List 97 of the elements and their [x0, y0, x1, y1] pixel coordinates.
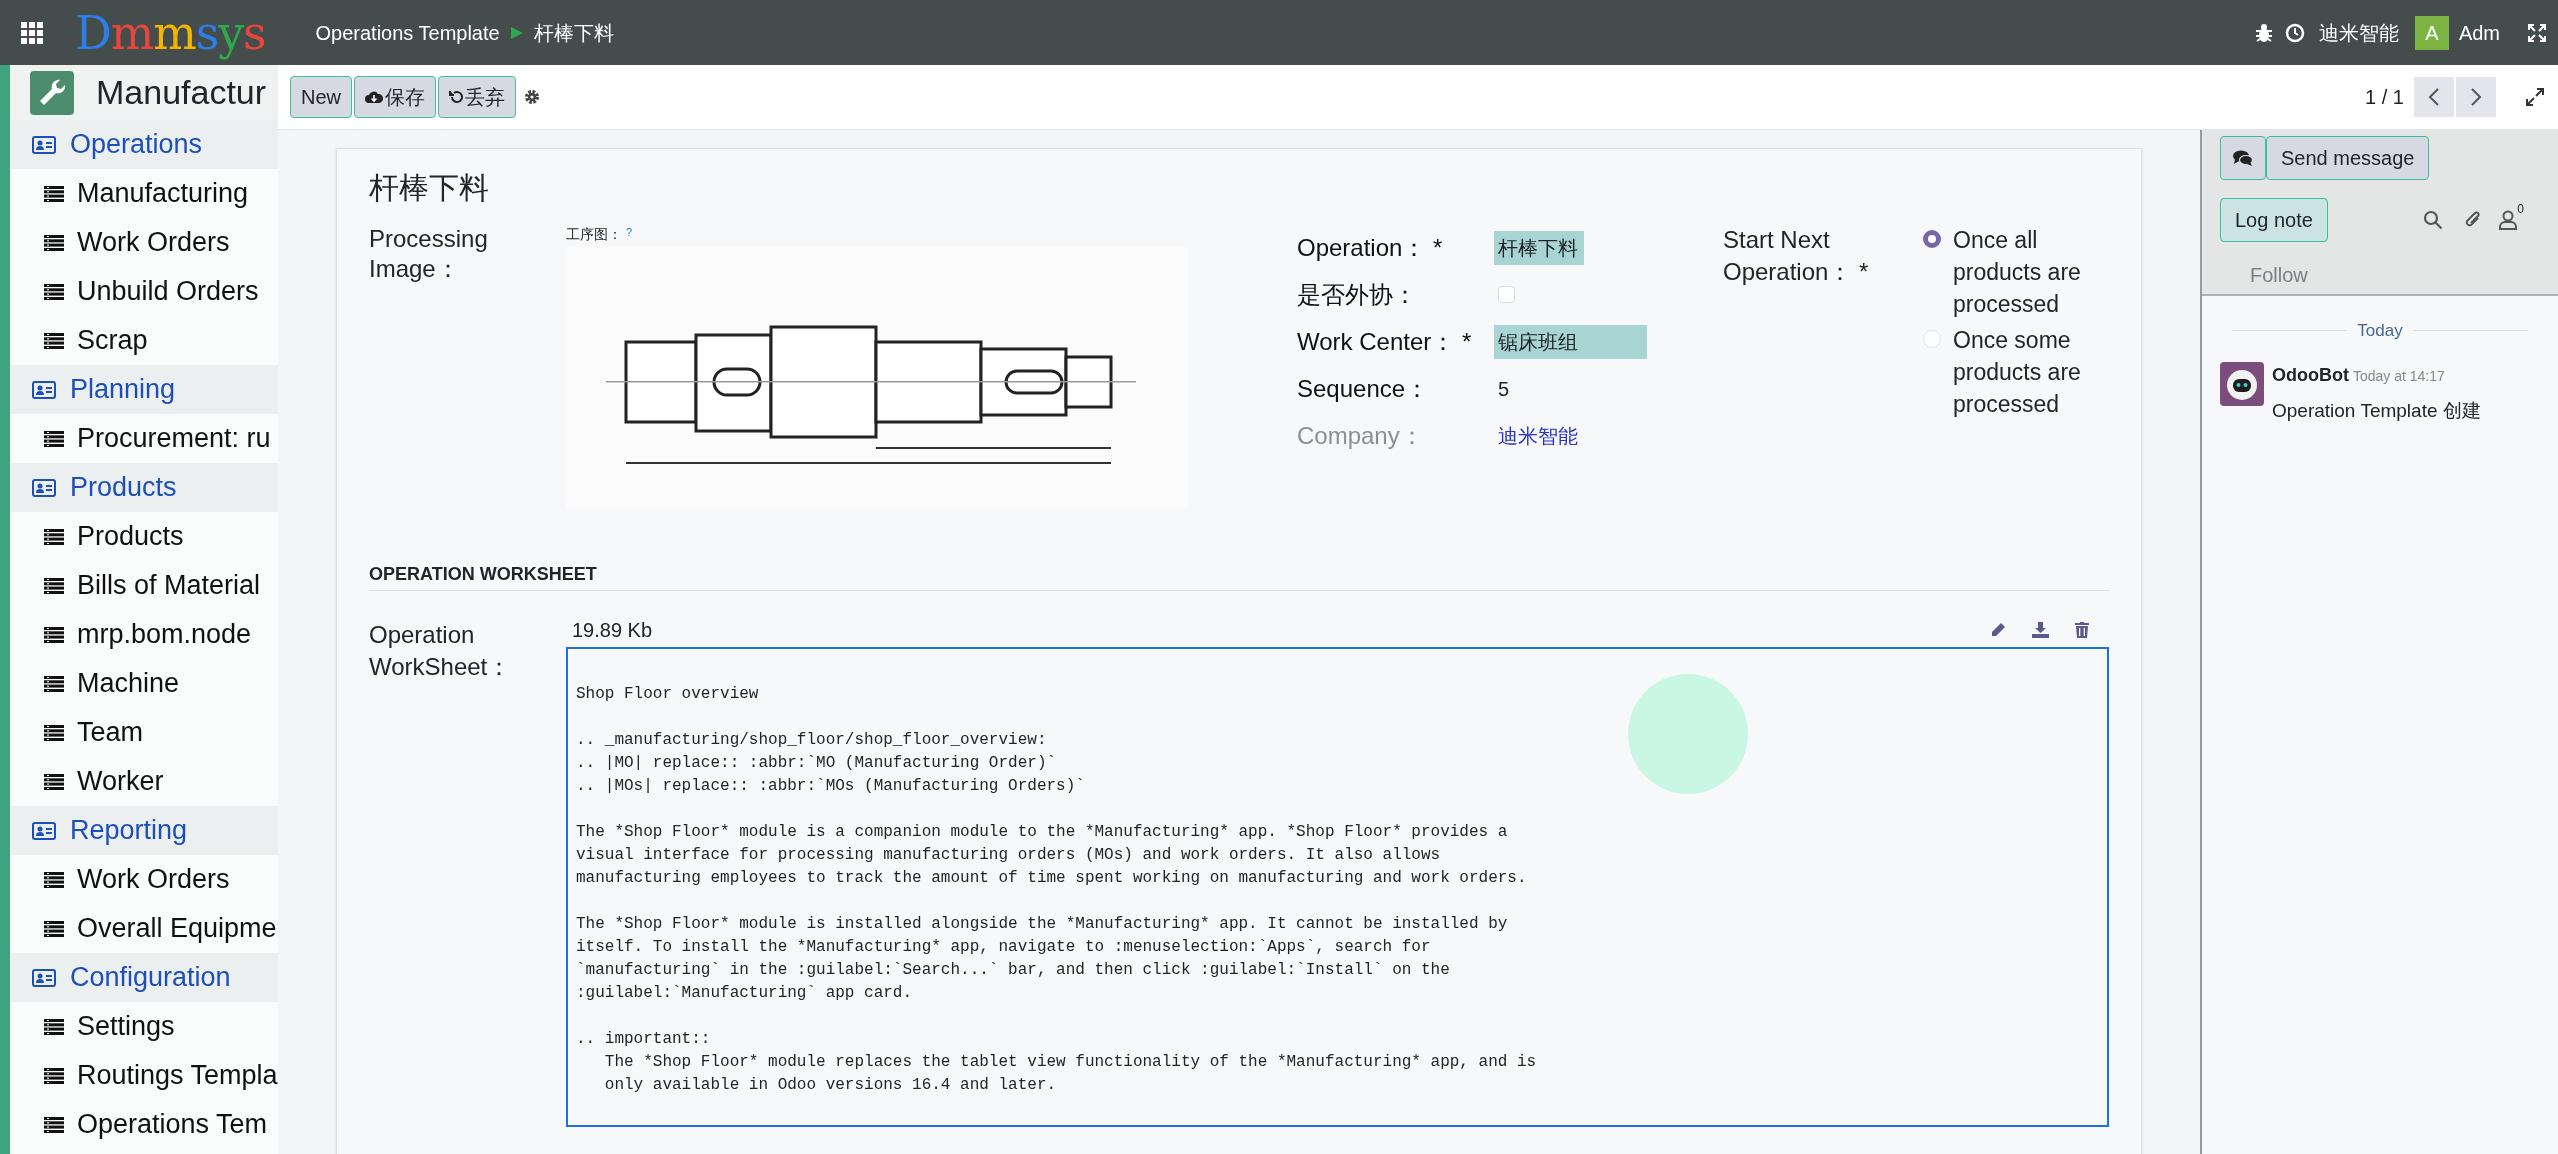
date-separator: Today	[2357, 320, 2403, 342]
previous-button[interactable]	[2414, 77, 2454, 117]
message-body: Operation Template 创建	[2272, 398, 2481, 423]
sidebar-item[interactable]: Routings Templa	[77, 1055, 278, 1096]
radio-label[interactable]: Once some products are processed	[1953, 324, 2125, 420]
field-label: Sequence：	[1297, 373, 1431, 404]
chat-button[interactable]	[2220, 136, 2266, 180]
file-size: 19.89 Kb	[572, 618, 653, 643]
list-icon	[44, 920, 64, 937]
search-icon[interactable]	[2423, 210, 2444, 230]
field-label: Company：	[1297, 420, 1425, 451]
field-label: Start Next Operation： *	[1723, 225, 1870, 287]
sidebar-item[interactable]: Unbuild Orders	[77, 271, 259, 312]
message-author: OdooBot	[2272, 363, 2349, 387]
log-note-button[interactable]: Log note	[2220, 198, 2328, 242]
list-icon	[44, 528, 64, 545]
help-tooltip[interactable]: ?	[626, 224, 633, 241]
next-button[interactable]	[2456, 77, 2496, 117]
input-field[interactable]: 杆棒下料	[1494, 230, 1584, 265]
record-title: 杆棒下料	[369, 170, 490, 206]
sidebar-item[interactable]: Manufacturing	[77, 173, 249, 214]
toolbar-button[interactable]: New	[290, 76, 352, 118]
address-card-icon	[32, 968, 56, 987]
chevron-right-icon	[2470, 87, 2482, 107]
field-label: Operation WorkSheet：	[369, 620, 513, 682]
apps-menu-icon[interactable]	[21, 21, 43, 44]
address-card-icon	[32, 821, 56, 840]
robot-avatar-icon	[2220, 361, 2264, 406]
sidebar-item[interactable]: Operations Tem	[77, 1104, 268, 1145]
checkbox[interactable]	[1498, 286, 1515, 303]
field-label: 是否外协：	[1297, 279, 1418, 310]
chat-bubbles-icon	[2233, 150, 2253, 166]
toolbar-button[interactable]: 保存	[354, 76, 436, 118]
list-icon	[44, 1116, 64, 1133]
breadcrumb-link[interactable]: Operations Template	[315, 17, 500, 48]
company-link[interactable]: 迪米智能	[1494, 420, 1582, 451]
user-menu[interactable]: Adm	[2458, 17, 2500, 48]
address-card-icon	[32, 478, 56, 497]
worksheet-text: Shop Floor overview .. _manufacturing/shop_floor/shop_floor_overview: .. |MO| replace:: :abbr:`MO (Manufacturing Order)` .. |MOs| replace:: :abbr:`MOs (Manufacturing Orders)` The *Shop Floor* module is a companion module to the *Manufacturing* app. *Shop Floor* provides a visual interface for processing manufacturing orders (MOs) and work orders. It also allows manufacturing employees to track the amount of time spent working on manufacturing and work orders. The *Shop Floor* module is installed alongside the *Manufacturing* app. It cannot be installed by itself. To install the *Manufacturing* app, navigate to :menuselection:`Apps`, search for `manufacturing` in the :guilabel:`Search...` bar, and then click :guilabel:`Install` on the :guilabel:`Manufacturing` app card. .. important:: The *Shop Floor* module replaces the tablet view functionality of the *Manufacturing* app, and is only available in Odoo versions 16.4 and later.	[576, 684, 1537, 1096]
list-icon	[44, 283, 64, 300]
fullscreen-icon[interactable]	[2528, 23, 2546, 42]
image-caption: 工序图：	[566, 225, 622, 244]
sidebar-item[interactable]: Worker	[77, 761, 164, 802]
list-icon	[44, 773, 64, 790]
sidebar-item[interactable]: Overall Equipme	[77, 908, 277, 949]
list-icon	[44, 234, 64, 251]
list-icon	[44, 724, 64, 741]
field-label: Work Center： *	[1297, 326, 1473, 357]
input-field[interactable]: 5	[1494, 371, 1514, 406]
sidebar-item[interactable]: mrp.bom.node	[77, 614, 252, 655]
section-title: OPERATION WORKSHEET	[369, 563, 598, 586]
list-icon	[44, 185, 64, 202]
message-time: Today at 14:17	[2353, 366, 2445, 386]
list-icon	[44, 1018, 64, 1035]
input-field[interactable]: 锯床班组	[1494, 324, 1647, 359]
list-icon	[44, 675, 64, 692]
chevron-left-icon	[2428, 87, 2440, 107]
download-icon[interactable]	[2032, 622, 2049, 638]
address-card-icon	[32, 380, 56, 399]
sidebar-item[interactable]: Work Orders	[77, 222, 230, 263]
delete-icon[interactable]	[2075, 622, 2089, 638]
follower-count: 0	[2517, 201, 2524, 218]
radio-label[interactable]: Once all products are processed	[1953, 224, 2125, 320]
list-icon	[44, 871, 64, 888]
pager-value[interactable]: 1 / 1	[2365, 82, 2404, 112]
toolbar-button[interactable]: 丢弃	[438, 76, 516, 118]
followers-icon[interactable]	[2499, 210, 2518, 230]
undo-icon	[449, 90, 463, 104]
list-icon	[44, 577, 64, 594]
app-title: Manufactur	[96, 72, 267, 113]
sidebar-item[interactable]: Procurement: ru	[77, 418, 271, 459]
address-card-icon	[32, 135, 56, 154]
sidebar-item[interactable]: Products	[77, 516, 184, 557]
breadcrumb-arrow-icon	[509, 25, 524, 40]
sidebar-item[interactable]: Settings	[77, 1006, 175, 1047]
list-icon	[44, 332, 64, 349]
sidebar-item[interactable]: Bills of Material	[77, 565, 261, 606]
debug-icon[interactable]	[2254, 22, 2273, 43]
settings-icon[interactable]	[524, 89, 540, 105]
list-icon	[44, 626, 64, 643]
sidebar-item[interactable]: Scrap	[77, 320, 148, 361]
field-label: Processing Image：	[369, 224, 489, 284]
sidebar-item[interactable]: Work Orders	[77, 859, 230, 900]
edit-icon[interactable]	[1990, 622, 2006, 638]
activity-clock-icon[interactable]	[2284, 22, 2305, 43]
company-switcher[interactable]: 迪米智能	[2318, 17, 2399, 48]
cloud-download-icon	[365, 90, 383, 104]
radio-button[interactable]	[1923, 230, 1941, 248]
wrench-icon	[30, 70, 74, 115]
send-message-button[interactable]: Send message	[2266, 136, 2430, 180]
list-icon	[44, 1067, 64, 1084]
expand-icon[interactable]	[2526, 88, 2544, 106]
breadcrumb-current: 杆棒下料	[533, 20, 614, 46]
sidebar-item[interactable]: Team	[77, 712, 144, 753]
field-label: Operation： *	[1297, 232, 1444, 263]
list-icon	[44, 430, 64, 447]
sidebar-item[interactable]: Machine	[77, 663, 180, 704]
